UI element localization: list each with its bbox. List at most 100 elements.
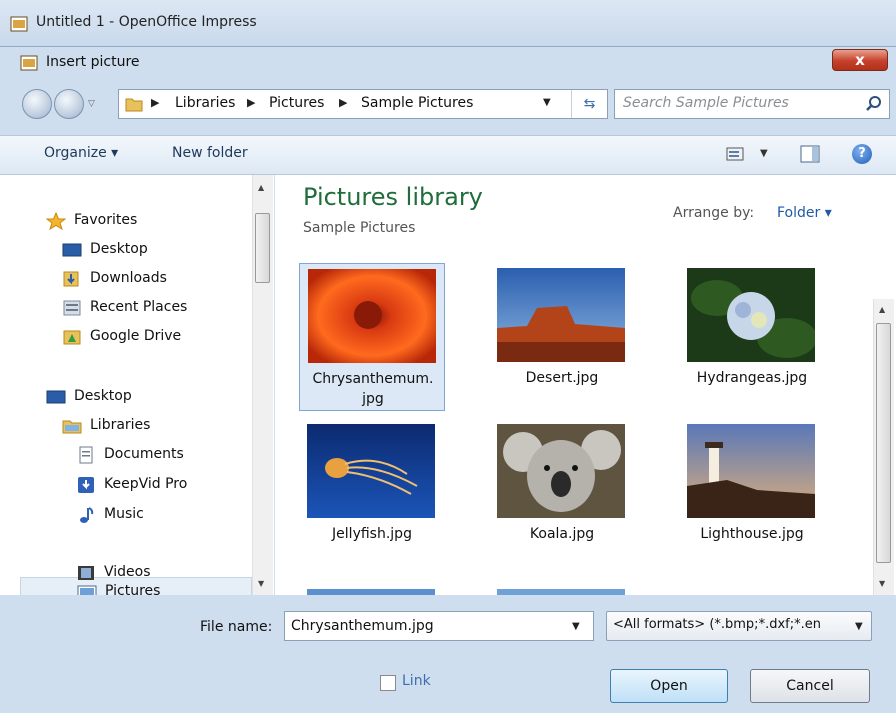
desktop-icon <box>46 390 66 404</box>
breadcrumb-separator-icon[interactable]: ▶ <box>247 96 255 109</box>
breadcrumb-sample-pictures[interactable]: Sample Pictures <box>361 95 473 111</box>
nav-item-favorites[interactable]: Favorites <box>46 209 246 235</box>
refresh-icon: ⇆ <box>583 96 596 112</box>
file-tile-koala[interactable]: Koala.jpg <box>489 419 635 567</box>
library-subtitle: Sample Pictures <box>303 220 416 236</box>
scroll-down-icon[interactable]: ▼ <box>879 579 885 588</box>
google-drive-icon <box>63 330 81 345</box>
address-row: ▽ ▶ Libraries ▶ Pictures ▶ Sample Pictur… <box>0 85 896 125</box>
nav-item-google-drive[interactable]: Google Drive <box>62 325 246 351</box>
command-bar: Organize ▾ New folder ▼ ? <box>0 135 896 175</box>
arrange-by-dropdown[interactable]: Folder ▾ <box>777 205 832 221</box>
arrange-by-label: Arrange by: <box>673 205 755 221</box>
search-input[interactable]: Search Sample Pictures <box>614 89 890 119</box>
desktop-icon <box>62 243 82 257</box>
nav-item-label: Downloads <box>90 270 167 286</box>
file-tile-lighthouse[interactable]: Lighthouse.jpg <box>679 419 825 567</box>
app-titlebar: Untitled 1 - OpenOffice Impress <box>0 0 896 46</box>
nav-item-label: Libraries <box>90 417 151 433</box>
change-view-icon[interactable] <box>726 147 744 161</box>
scrollbar-thumb[interactable] <box>255 213 270 283</box>
navigation-scrollbar[interactable]: ▲ ▼ <box>252 175 273 595</box>
breadcrumb-libraries[interactable]: Libraries <box>175 95 235 111</box>
nav-item-keepvid-pro[interactable]: KeepVid Pro <box>76 473 246 499</box>
chrysanthemum-thumbnail <box>308 269 436 363</box>
breadcrumb-separator-icon[interactable]: ▶ <box>151 96 159 109</box>
dialog-title: Insert picture <box>46 54 140 70</box>
breadcrumb-pictures[interactable]: Pictures <box>269 95 324 111</box>
nav-item-label: Videos <box>104 564 151 580</box>
nav-item-label: Desktop <box>90 241 148 257</box>
nav-item-label: Documents <box>104 446 184 462</box>
link-checkbox-label[interactable]: Link <box>402 673 431 689</box>
nav-item-label: Music <box>104 506 144 522</box>
videos-icon <box>78 566 94 580</box>
file-name-input[interactable] <box>284 611 594 641</box>
nav-item-label: Recent Places <box>90 299 188 315</box>
file-name-label: Desert.jpg <box>525 370 599 386</box>
open-button[interactable]: Open <box>610 669 728 703</box>
scrollbar-thumb[interactable] <box>876 323 891 563</box>
nav-item-documents[interactable]: Documents <box>76 443 246 469</box>
insert-picture-dialog: Insert picture x ▽ ▶ Libraries ▶ Picture… <box>0 46 896 713</box>
file-name-label: Koala.jpg <box>529 526 595 542</box>
file-name-label: Hydrangeas.jpg <box>696 370 808 386</box>
file-tile-desert[interactable]: Desert.jpg <box>489 263 635 411</box>
back-button[interactable] <box>22 89 52 119</box>
recent-locations-chevron-icon[interactable]: ▽ <box>88 99 95 109</box>
link-checkbox[interactable] <box>380 675 396 691</box>
star-icon <box>46 212 66 230</box>
nav-item-videos[interactable]: Videos <box>76 561 246 587</box>
refresh-button[interactable]: ⇆ <box>571 90 607 118</box>
nav-item-music[interactable]: Music <box>76 503 246 529</box>
file-name-label: Chrysanthemum. jpg <box>312 371 434 407</box>
file-type-dropdown-icon[interactable]: ▼ <box>855 621 863 632</box>
nav-item-label: KeepVid Pro <box>104 476 188 492</box>
forward-button[interactable] <box>54 89 84 119</box>
file-type-select[interactable]: <All formats> (*.bmp;*.dxf;*.en ▼ <box>606 611 872 641</box>
file-name-label: Jellyfish.jpg <box>332 526 412 542</box>
nav-item-desktop[interactable]: Desktop <box>46 385 246 411</box>
nav-item-label: Favorites <box>74 212 138 228</box>
dialog-icon <box>20 55 38 71</box>
close-button[interactable]: x <box>832 49 888 71</box>
library-title: Pictures library <box>303 183 483 211</box>
dialog-footer: File name: ▼ <All formats> (*.bmp;*.dxf;… <box>0 595 896 713</box>
file-name-label: File name: <box>200 619 273 635</box>
search-placeholder: Search Sample Pictures <box>623 95 789 111</box>
scroll-down-icon[interactable]: ▼ <box>258 579 264 588</box>
file-name-dropdown-icon[interactable]: ▼ <box>572 621 580 632</box>
nav-item-label: Desktop <box>74 388 132 404</box>
breadcrumb-separator-icon[interactable]: ▶ <box>339 96 347 109</box>
file-tile-jellyfish[interactable]: Jellyfish.jpg <box>299 419 445 567</box>
jellyfish-thumbnail <box>307 424 435 518</box>
lighthouse-thumbnail <box>687 424 815 518</box>
nav-item-recent-places[interactable]: Recent Places <box>62 296 246 322</box>
nav-item-label: Google Drive <box>90 328 182 344</box>
close-icon: x <box>855 51 865 69</box>
downloads-icon <box>63 271 79 287</box>
nav-item-desktop-favorite[interactable]: Desktop <box>62 238 246 264</box>
scroll-up-icon[interactable]: ▲ <box>258 183 264 192</box>
desert-thumbnail <box>497 268 625 362</box>
nav-item-libraries[interactable]: Libraries <box>62 414 246 440</box>
file-name-label: Lighthouse.jpg <box>700 526 804 542</box>
file-tile-hydrangeas[interactable]: Hydrangeas.jpg <box>679 263 825 411</box>
address-bar[interactable]: ▶ Libraries ▶ Pictures ▶ Sample Pictures… <box>118 89 608 119</box>
search-icon[interactable] <box>865 95 883 113</box>
nav-item-downloads[interactable]: Downloads <box>62 267 246 293</box>
organize-button[interactable]: Organize ▾ <box>44 145 118 161</box>
preview-pane-icon[interactable] <box>800 145 820 163</box>
view-options-chevron-icon[interactable]: ▼ <box>760 148 768 159</box>
scroll-up-icon[interactable]: ▲ <box>879 305 885 314</box>
folder-icon <box>125 98 143 112</box>
music-icon <box>80 507 94 523</box>
file-tile-chrysanthemum[interactable]: Chrysanthemum. jpg <box>299 263 445 411</box>
documents-icon <box>79 446 93 464</box>
content-scrollbar[interactable]: ▲ ▼ <box>873 299 894 595</box>
new-folder-button[interactable]: New folder <box>172 145 248 161</box>
file-type-value: <All formats> (*.bmp;*.dxf;*.en <box>613 617 821 632</box>
help-icon[interactable]: ? <box>852 144 872 164</box>
address-dropdown-icon[interactable]: ▼ <box>543 97 551 108</box>
cancel-button[interactable]: Cancel <box>750 669 870 703</box>
